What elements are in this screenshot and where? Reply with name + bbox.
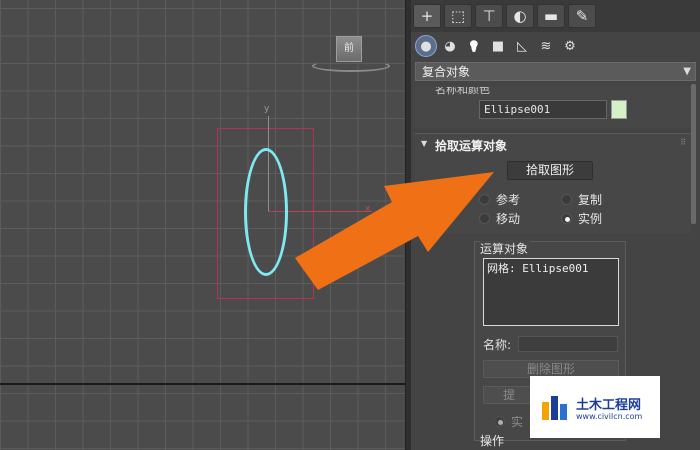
rollout-pick-operand-header[interactable]: ▼ 拾取运算对象 ⠿: [415, 133, 691, 153]
watermark-logo-icon: [542, 396, 567, 420]
collapse-triangle-icon: ▼: [421, 139, 428, 148]
tab-create[interactable]: +: [413, 4, 441, 28]
radio-reference-dot[interactable]: [479, 194, 490, 205]
object-color-swatch[interactable]: [611, 100, 627, 119]
radio-instance[interactable]: 实例: [561, 210, 602, 227]
create-plus-icon: +: [420, 7, 434, 25]
rollout-name-color: 名称和颜色 Ellipse001: [415, 86, 691, 128]
operands-group-label: 运算对象: [480, 240, 531, 257]
viewport-horizon-line: [0, 383, 405, 385]
tab-hierarchy[interactable]: ⊤: [475, 4, 503, 28]
utilities-wrench-icon: ✎: [575, 7, 589, 25]
shapes-button[interactable]: ◕: [439, 35, 461, 57]
pick-shape-button[interactable]: 拾取图形: [507, 161, 593, 180]
radio-reference-label: 参考: [496, 193, 521, 207]
tab-display[interactable]: ▬: [537, 4, 565, 28]
gizmo-x-label: x: [365, 204, 371, 214]
radio-copy-label: 复制: [578, 193, 603, 207]
viewcube-face[interactable]: 前: [336, 36, 362, 62]
ellipse-shape[interactable]: [244, 148, 288, 276]
watermark-title: 土木工程网: [576, 398, 642, 413]
dropdown-arrow-icon: ▼: [683, 66, 691, 77]
rollout-pick-operand: ▼ 拾取运算对象 ⠿ 拾取图形 参考 复制 移动 实例: [415, 133, 691, 233]
watermark-url: www.civilcn.com: [576, 412, 643, 421]
radio-move-label: 移动: [496, 212, 521, 226]
radio-extract-instance-label: 实: [511, 415, 524, 429]
extract-operand-button[interactable]: 提: [483, 386, 535, 404]
geometry-sphere-icon: ●: [420, 38, 432, 54]
panel-scrollbar[interactable]: [691, 84, 696, 224]
systems-icon: ⚙: [564, 38, 576, 54]
tab-modify[interactable]: ⬚: [444, 4, 472, 28]
radio-copy-dot[interactable]: [561, 194, 572, 205]
spacewarps-button[interactable]: ≋: [535, 35, 557, 57]
spacewarps-icon: ≋: [540, 38, 552, 54]
operands-list[interactable]: 网格: Ellipse001: [483, 258, 619, 326]
object-name-field[interactable]: Ellipse001: [479, 100, 607, 119]
helpers-icon: ◺: [517, 38, 527, 54]
rollout-pick-operand-title: 拾取运算对象: [435, 139, 508, 153]
operand-name-field[interactable]: [518, 336, 618, 352]
lights-button[interactable]: 💡: [463, 35, 485, 57]
motion-icon: ◐: [513, 7, 527, 25]
list-item[interactable]: 网格: Ellipse001: [487, 260, 615, 276]
lights-icon: 💡: [467, 39, 481, 53]
radio-move-dot[interactable]: [479, 213, 490, 224]
radio-extract-instance[interactable]: 实: [494, 413, 523, 430]
operand-name-label: 名称:: [483, 338, 512, 352]
tab-utilities[interactable]: ✎: [568, 4, 596, 28]
helpers-button[interactable]: ◺: [511, 35, 533, 57]
geometry-button[interactable]: ●: [415, 35, 437, 57]
cameras-button[interactable]: ■: [487, 35, 509, 57]
cameras-icon: ■: [491, 38, 505, 54]
radio-instance-dot[interactable]: [561, 213, 572, 224]
viewcube[interactable]: 前: [308, 32, 392, 76]
operation-group-label: 操作: [480, 434, 505, 448]
command-panel-tabs: + ⬚ ⊤ ◐ ▬ ✎: [411, 0, 700, 32]
radio-extract-instance-dot[interactable]: [494, 416, 505, 427]
radio-copy[interactable]: 复制: [561, 191, 602, 208]
watermark: 土木工程网 www.civilcn.com: [530, 376, 660, 438]
radio-instance-label: 实例: [578, 212, 603, 226]
hierarchy-icon: ⊤: [482, 7, 496, 25]
display-icon: ▬: [543, 7, 559, 25]
gizmo-y-label: y: [264, 104, 270, 114]
modify-icon: ⬚: [450, 7, 466, 25]
category-dropdown-value: 复合对象: [422, 65, 471, 79]
viewport-front[interactable]: 前 y x: [0, 0, 405, 450]
shapes-icon: ◕: [444, 38, 456, 54]
create-category-buttons: ● ◕ 💡 ■ ◺ ≋ ⚙: [411, 32, 700, 60]
tab-motion[interactable]: ◐: [506, 4, 534, 28]
viewcube-compass-ring[interactable]: [312, 60, 390, 72]
systems-button[interactable]: ⚙: [559, 35, 581, 57]
radio-move[interactable]: 移动: [479, 210, 520, 227]
radio-reference[interactable]: 参考: [479, 191, 520, 208]
category-dropdown[interactable]: 复合对象 ▼: [415, 62, 696, 81]
rollout-grip-icon[interactable]: ⠿: [680, 138, 687, 147]
